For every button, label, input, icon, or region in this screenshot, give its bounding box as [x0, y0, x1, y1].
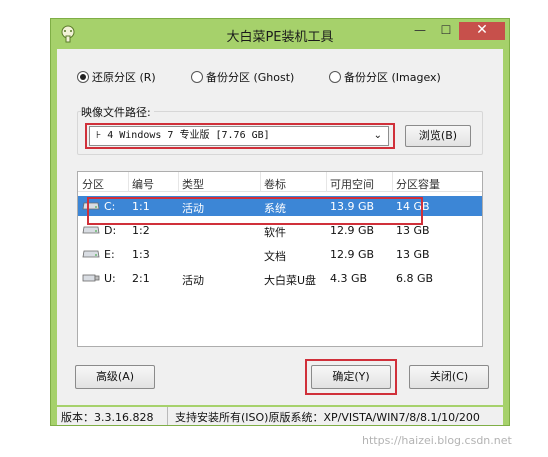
column-divider	[392, 172, 393, 192]
cell-free: 12.9 GB	[330, 248, 375, 261]
column-divider	[260, 172, 261, 192]
column-divider	[326, 172, 327, 192]
column-header[interactable]: 可用空间	[330, 176, 374, 192]
radio-backup-imagex[interactable]: 备份分区 (Imagex)	[329, 69, 441, 85]
radio-restore-partition[interactable]: 还原分区 (R)	[77, 69, 156, 85]
version-text: 版本：3.3.16.828	[61, 411, 154, 424]
radio-label: 备份分区 (Imagex)	[344, 71, 441, 84]
cell-free: 4.3 GB	[330, 272, 368, 285]
radio-indicator[interactable]	[329, 71, 341, 83]
cell-label: 软件	[264, 226, 286, 239]
highlight-box-partition	[87, 197, 423, 225]
dialog-body: 还原分区 (R) 备份分区 (Ghost) 备份分区 (Imagex) 映像文件…	[57, 49, 503, 405]
hdd-icon	[82, 226, 100, 234]
cell-capacity: 13 GB	[396, 248, 430, 261]
cell-capacity: 6.8 GB	[396, 272, 434, 285]
cell-drive: D:	[104, 224, 117, 237]
highlight-box-image	[85, 123, 395, 149]
radio-indicator[interactable]	[191, 71, 203, 83]
advanced-button[interactable]: 高级(A)	[75, 365, 155, 389]
radio-label: 还原分区 (R)	[92, 71, 156, 84]
hdd-icon	[82, 250, 100, 258]
minimize-button[interactable]: —	[407, 22, 433, 40]
close-window-button[interactable]: ✕	[459, 22, 505, 40]
column-header[interactable]: 类型	[182, 176, 204, 192]
status-divider	[167, 407, 168, 425]
column-divider	[128, 172, 129, 192]
column-header[interactable]: 编号	[132, 176, 154, 192]
cell-label: 文档	[264, 250, 286, 263]
table-row[interactable]: E: 1:3 文档 12.9 GB 13 GB	[78, 244, 482, 264]
title-bar[interactable]: 大白菜PE装机工具 — ☐ ✕	[51, 19, 509, 49]
watermark-url: https://haizei.blog.csdn.net	[362, 434, 512, 447]
cell-number: 2:1	[132, 272, 150, 285]
cell-drive: E:	[104, 248, 115, 261]
image-path-label: 映像文件路径:	[81, 104, 154, 120]
table-header: 分区 编号 类型 卷标 可用空间 分区容量	[78, 172, 482, 192]
column-header[interactable]: 分区	[82, 176, 104, 192]
usb-drive-icon	[82, 274, 100, 282]
cell-label: 大白菜U盘	[264, 274, 317, 287]
cell-number: 1:3	[132, 248, 150, 261]
support-text: 支持安装所有(ISO)原版系统：XP/VISTA/WIN7/8/8.1/10/2…	[175, 411, 480, 424]
column-header[interactable]: 卷标	[264, 176, 286, 192]
cell-number: 1:2	[132, 224, 150, 237]
maximize-button[interactable]: ☐	[433, 22, 459, 40]
cell-free: 12.9 GB	[330, 224, 375, 237]
radio-backup-ghost[interactable]: 备份分区 (Ghost)	[191, 69, 294, 85]
app-window: 大白菜PE装机工具 — ☐ ✕ 还原分区 (R) 备份分区 (Ghost) 备份…	[50, 18, 510, 426]
close-button[interactable]: 关闭(C)	[409, 365, 489, 389]
highlight-box-ok	[305, 359, 397, 395]
radio-label: 备份分区 (Ghost)	[206, 71, 295, 84]
status-bar: 版本：3.3.16.828 支持安装所有(ISO)原版系统：XP/VISTA/W…	[57, 407, 503, 425]
cell-drive: U:	[104, 272, 116, 285]
cell-type: 活动	[182, 274, 204, 287]
table-row[interactable]: U: 2:1 活动 大白菜U盘 4.3 GB 6.8 GB	[78, 268, 482, 288]
column-divider	[178, 172, 179, 192]
browse-button[interactable]: 浏览(B)	[405, 125, 471, 147]
radio-indicator[interactable]	[77, 71, 89, 83]
column-header[interactable]: 分区容量	[396, 176, 440, 192]
cell-capacity: 13 GB	[396, 224, 430, 237]
